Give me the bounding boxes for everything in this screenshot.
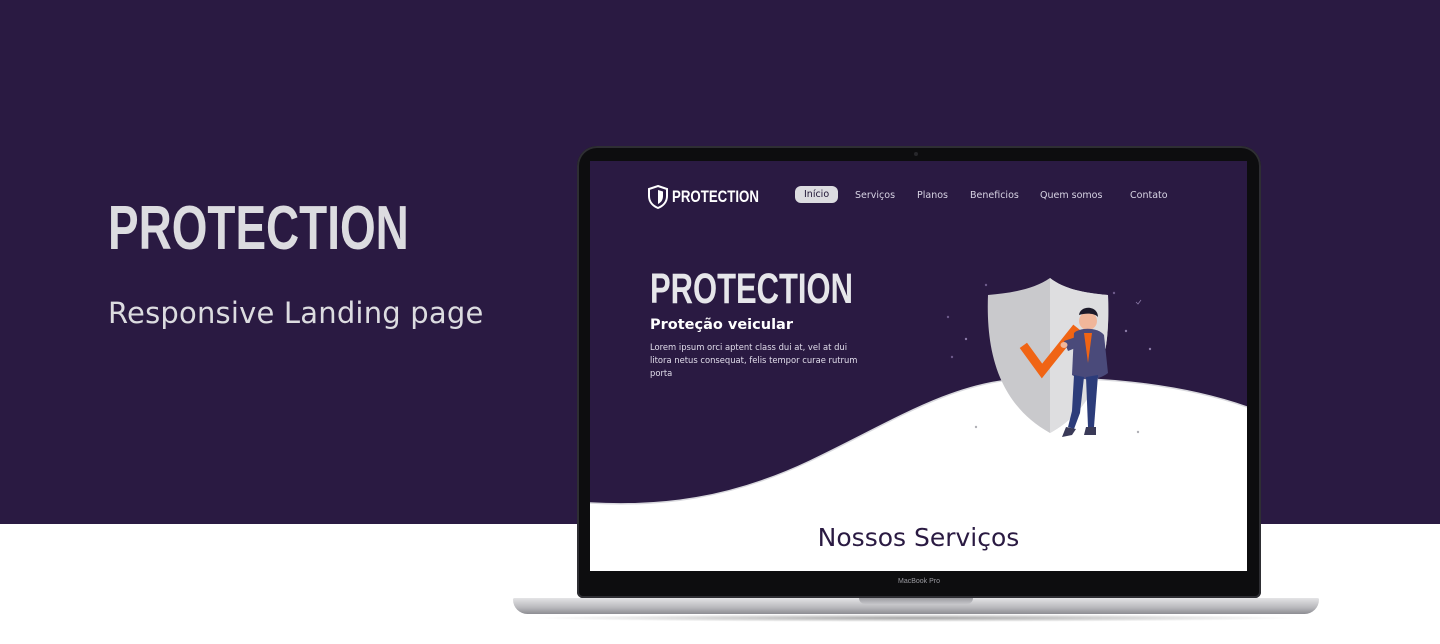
nav-item-servicos[interactable]: Serviços	[855, 190, 895, 201]
services-section-title: Nossos Serviços	[817, 523, 1020, 552]
nav-item-inicio[interactable]: Início	[795, 186, 839, 203]
nav-item-quem-somos[interactable]: Quem somos	[1040, 190, 1102, 201]
nav-item-beneficios[interactable]: Beneficios	[970, 190, 1019, 201]
shield-logo-icon	[648, 185, 668, 209]
laptop-screen: PROTECTION Início Serviços Planos Benefi…	[590, 161, 1247, 571]
site-logo[interactable]: PROTECTION	[648, 185, 783, 209]
logo-text: PROTECTION	[672, 187, 759, 206]
site-hero-title: PROTECTION	[650, 265, 853, 313]
device-label: MacBook Pro	[897, 578, 941, 585]
shield-checkmark-illustration	[987, 278, 1109, 437]
laptop-shadow	[530, 614, 1302, 622]
nav-item-contato[interactable]: Contato	[1130, 190, 1168, 201]
site-hero-subtitle: Proteção veicular	[650, 317, 793, 333]
showcase-subtitle: Responsive Landing page	[108, 296, 484, 330]
site-hero-description: Lorem ipsum orci aptent class dui at, ve…	[650, 342, 858, 378]
camera-icon	[914, 152, 918, 156]
laptop-base-notch	[859, 598, 973, 604]
showcase-title: PROTECTION	[108, 194, 409, 263]
nav-item-planos[interactable]: Planos	[917, 190, 948, 201]
